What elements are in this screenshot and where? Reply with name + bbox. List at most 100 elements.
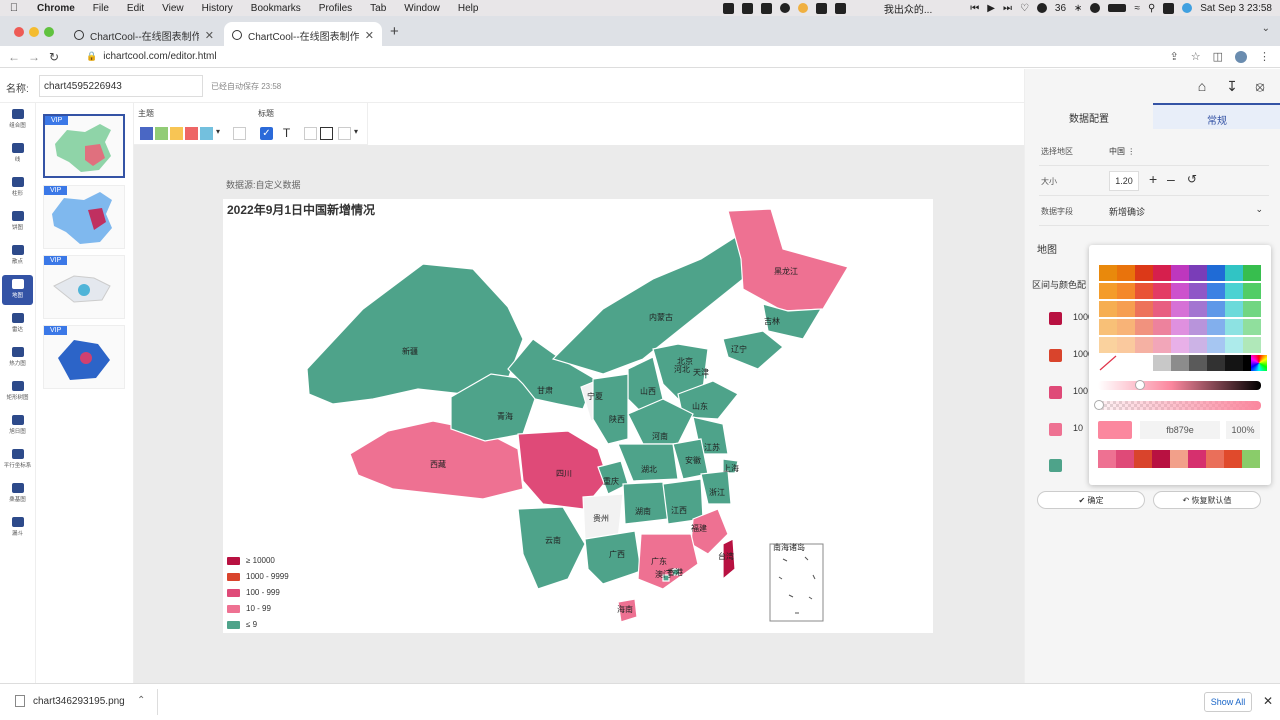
menu-tab[interactable]: Tab [361, 3, 395, 14]
nav-sunburst[interactable]: 旭日图 [2, 411, 33, 441]
confirm-button[interactable]: ✔ 确定 [1037, 491, 1145, 509]
show-all-button[interactable]: Show All [1204, 692, 1252, 712]
palette-color-swatch[interactable] [1207, 265, 1225, 281]
palette-color-swatch[interactable] [1225, 319, 1243, 335]
palette-color-swatch[interactable] [1099, 265, 1117, 281]
align-center-icon[interactable] [320, 127, 333, 140]
hex-input[interactable]: fb879e [1140, 421, 1220, 439]
nav-sankey[interactable]: 桑基图 [2, 479, 33, 509]
theme-color-swatch[interactable] [185, 127, 198, 140]
minimize-window-icon[interactable] [29, 27, 39, 37]
palette-color-swatch[interactable] [1171, 319, 1189, 335]
legend-item[interactable]: 100 - 999 [227, 588, 280, 597]
palette-color-swatch[interactable] [1171, 283, 1189, 299]
range-color-swatch[interactable] [1049, 386, 1062, 399]
template-thumbnail[interactable]: VIP [43, 325, 125, 389]
app-status-icon[interactable] [741, 2, 753, 14]
tools-icon[interactable] [815, 2, 827, 14]
template-thumbnail[interactable]: VIP [43, 114, 125, 178]
tab-close-icon[interactable]: ✕ [205, 29, 214, 42]
palette-color-swatch[interactable] [1135, 301, 1153, 317]
palette-color-swatch[interactable] [1117, 301, 1135, 317]
apple-icon[interactable]:  [0, 2, 28, 14]
palette-color-swatch[interactable] [1135, 337, 1153, 353]
nav-treemap[interactable]: 矩形树图 [2, 377, 33, 407]
search-icon[interactable]: ⚲ [1148, 3, 1155, 14]
now-playing[interactable]: 我出众的... [884, 1, 932, 16]
control-center-icon[interactable] [1163, 2, 1175, 14]
recent-color-swatch[interactable] [1206, 450, 1224, 468]
palette-color-swatch[interactable] [1099, 337, 1117, 353]
gradient-slider-knob[interactable] [1135, 380, 1145, 390]
download-icon[interactable]: ↧ [1223, 78, 1241, 96]
province-region[interactable] [517, 506, 586, 590]
align-left-icon[interactable] [304, 127, 317, 140]
recent-color-swatch[interactable] [1188, 450, 1206, 468]
lock-icon[interactable]: 🔒 [86, 51, 97, 62]
maximize-window-icon[interactable] [44, 27, 54, 37]
palette-color-swatch[interactable] [1243, 337, 1261, 353]
menu-bookmarks[interactable]: Bookmarks [242, 3, 310, 14]
recent-color-swatch[interactable] [1098, 450, 1116, 468]
browser-tab-1[interactable]: ChartCool--在线图表制作工具 ✕ [66, 22, 222, 48]
province-region[interactable] [622, 481, 669, 525]
palette-color-swatch[interactable] [1189, 319, 1207, 335]
palette-color-swatch[interactable] [1189, 283, 1207, 299]
alpha-slider[interactable] [1098, 401, 1261, 410]
prev-track-icon[interactable]: ⏮ [970, 3, 979, 14]
template-thumbnail[interactable]: VIP [43, 185, 125, 249]
bookmark-star-icon[interactable]: ☆ [1191, 50, 1201, 63]
tab-data-config[interactable]: 数据配置 [1025, 103, 1153, 129]
battery-icon[interactable] [1108, 4, 1127, 12]
zoom-out-icon[interactable]: – [1167, 171, 1175, 187]
play-circle-icon[interactable] [1090, 3, 1101, 13]
menu-profiles[interactable]: Profiles [310, 3, 361, 14]
close-window-icon[interactable] [14, 27, 24, 37]
legend-item[interactable]: ≥ 10000 [227, 556, 275, 565]
palette-color-swatch[interactable] [1171, 337, 1189, 353]
profile-avatar[interactable] [1235, 50, 1247, 63]
china-choropleth-map[interactable]: 新疆西藏青海甘肃内蒙古黑龙江吉林辽宁北京天津河北山西山东宁夏陕西河南江苏上海安徽… [223, 199, 933, 633]
wifi-icon[interactable]: ≈ [1134, 3, 1140, 14]
palette-color-swatch[interactable] [1225, 355, 1243, 371]
palette-color-swatch[interactable] [1135, 283, 1153, 299]
palette-color-swatch[interactable] [1207, 319, 1225, 335]
palette-color-swatch[interactable] [1153, 265, 1171, 281]
more-menu-icon[interactable]: ⋮ [1259, 50, 1270, 63]
home-icon[interactable]: ⌂ [1193, 78, 1211, 96]
palette-color-swatch[interactable] [1189, 355, 1207, 371]
tab-general[interactable]: 常规 [1153, 103, 1280, 129]
size-input[interactable]: 1.20 [1109, 171, 1139, 191]
nav-radar[interactable]: 雷达 [2, 309, 33, 339]
new-tab-button[interactable]: + [390, 23, 399, 40]
palette-color-swatch[interactable] [1225, 337, 1243, 353]
zoom-in-icon[interactable]: + [1149, 171, 1157, 187]
palette-color-swatch[interactable] [1153, 319, 1171, 335]
theme-color-swatch[interactable] [200, 127, 213, 140]
chart-title[interactable]: 2022年9月1日中国新增情况 [227, 201, 375, 218]
recent-color-swatch[interactable] [1134, 450, 1152, 468]
nav-funnel[interactable]: 漏斗 [2, 513, 33, 543]
bluetooth-icon[interactable]: ∗ [1074, 3, 1082, 14]
share-icon[interactable]: ⇪ [1170, 50, 1179, 63]
province-region[interactable] [592, 373, 629, 445]
province-region[interactable] [727, 208, 849, 312]
palette-color-swatch[interactable] [1153, 337, 1171, 353]
alpha-slider-knob[interactable] [1094, 400, 1104, 410]
palette-color-swatch[interactable] [1243, 283, 1261, 299]
theme-color-swatch[interactable] [170, 127, 183, 140]
recent-color-swatch[interactable] [1224, 450, 1242, 468]
range-color-swatch[interactable] [1049, 312, 1062, 325]
nav-combo[interactable]: 组合图 [2, 105, 33, 135]
palette-color-swatch[interactable] [1099, 301, 1117, 317]
clock-text[interactable]: Sat Sep 3 23:58 [1200, 3, 1272, 14]
reset-default-button[interactable]: ↶ 恢复默认值 [1153, 491, 1261, 509]
alpha-input[interactable]: 100% [1226, 421, 1260, 439]
chat-icon[interactable] [834, 2, 846, 14]
palette-color-swatch[interactable] [1135, 319, 1153, 335]
palette-color-swatch[interactable] [1207, 337, 1225, 353]
next-track-icon[interactable]: ⏭ [1003, 3, 1012, 14]
palette-color-swatch[interactable] [1189, 337, 1207, 353]
palette-color-swatch[interactable] [1207, 283, 1225, 299]
share-network-icon[interactable]: ⦻ [1251, 78, 1269, 96]
